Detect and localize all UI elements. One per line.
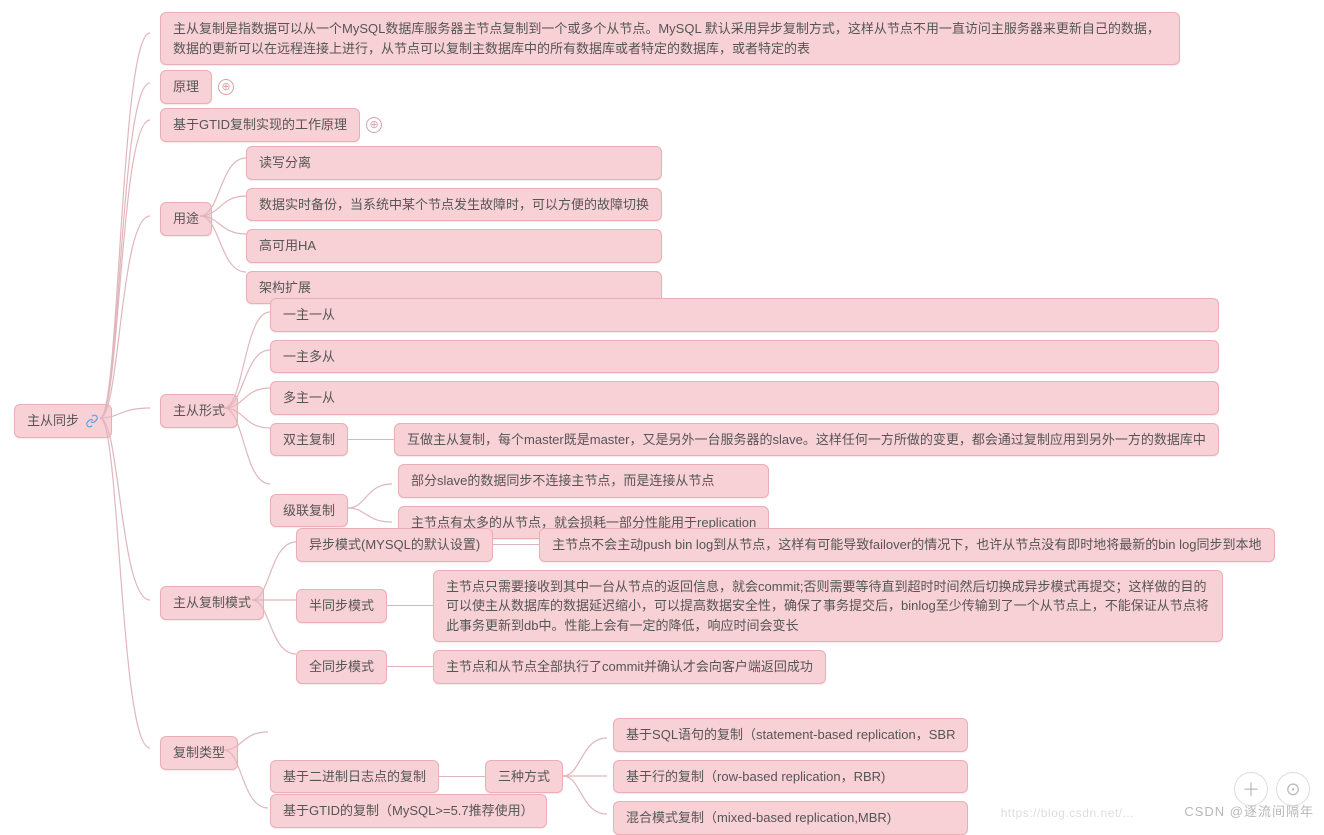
mode-async[interactable]: 异步模式(MYSQL的默认设置): [296, 528, 493, 562]
form-item-label: 级联复制: [283, 501, 335, 521]
form-item-1m1s[interactable]: 一主一从: [270, 298, 1219, 332]
expand-icon[interactable]: ⊕: [366, 117, 382, 133]
root-node[interactable]: 主从同步: [14, 404, 112, 438]
mode-label: 主从复制模式: [173, 593, 251, 613]
usage-item-label: 读写分离: [259, 153, 311, 173]
gtid-principle-label: 基于GTID复制实现的工作原理: [173, 115, 347, 135]
gtid-principle-node[interactable]: 基于GTID复制实现的工作原理: [160, 108, 360, 142]
form-item-label: 多主一从: [283, 388, 335, 408]
usage-item-label: 架构扩展: [259, 278, 311, 298]
fab-more[interactable]: ⊙: [1276, 772, 1310, 806]
type-label: 复制类型: [173, 743, 225, 763]
node-text: 基于SQL语句的复制（statement-based replication，S…: [626, 725, 955, 745]
type-binlog-three[interactable]: 三种方式: [485, 760, 563, 794]
usage-item-label: 数据实时备份，当系统中某个节点发生故障时，可以方便的故障切换: [259, 195, 649, 215]
intro-node[interactable]: 主从复制是指数据可以从一个MySQL数据库服务器主节点复制到一个或多个从节点。M…: [160, 12, 1180, 65]
usage-label: 用途: [173, 209, 199, 229]
mode-full-desc[interactable]: 主节点和从节点全部执行了commit并确认才会向客户端返回成功: [433, 650, 826, 684]
mode-full[interactable]: 全同步模式: [296, 650, 387, 684]
usage-node[interactable]: 用途: [160, 202, 212, 236]
usage-item[interactable]: 读写分离: [246, 146, 662, 180]
expand-icon[interactable]: ⊕: [218, 79, 234, 95]
node-text: 互做主从复制，每个master既是master，又是另外一台服务器的slave。…: [407, 430, 1206, 450]
usage-item[interactable]: 高可用HA: [246, 229, 662, 263]
cascade-item[interactable]: 部分slave的数据同步不连接主节点，而是连接从节点: [398, 464, 769, 498]
link-icon: [85, 414, 99, 428]
node-text: 混合模式复制（mixed-based replication,MBR): [626, 808, 891, 828]
node-text: 主节点只需要接收到其中一台从节点的返回信息，就会commit;否则需要等待直到超…: [446, 577, 1210, 636]
type-node[interactable]: 复制类型: [160, 736, 238, 770]
principle-node[interactable]: 原理: [160, 70, 212, 104]
principle-label: 原理: [173, 77, 199, 97]
form-item-label: 双主复制: [283, 430, 335, 450]
node-text: 异步模式(MYSQL的默认设置): [309, 535, 480, 555]
form-label: 主从形式: [173, 401, 225, 421]
node-text: 半同步模式: [309, 596, 374, 616]
node-text: 主节点和从节点全部执行了commit并确认才会向客户端返回成功: [446, 657, 813, 677]
node-text: 主节点不会主动push bin log到从节点，这样有可能导致failover的…: [552, 535, 1261, 555]
node-text: 全同步模式: [309, 657, 374, 677]
form-item-Mm1s[interactable]: 多主一从: [270, 381, 1219, 415]
binlog-type-mbr[interactable]: 混合模式复制（mixed-based replication,MBR): [613, 801, 968, 835]
node-text: 部分slave的数据同步不连接主节点，而是连接从节点: [411, 471, 714, 491]
mode-semi-desc[interactable]: 主节点只需要接收到其中一台从节点的返回信息，就会commit;否则需要等待直到超…: [433, 570, 1223, 643]
mode-async-desc[interactable]: 主节点不会主动push bin log到从节点，这样有可能导致failover的…: [539, 528, 1274, 562]
usage-item[interactable]: 数据实时备份，当系统中某个节点发生故障时，可以方便的故障切换: [246, 188, 662, 222]
watermark-url: https://blog.csdn.net/...: [1001, 806, 1134, 820]
form-item-1mMs[interactable]: 一主多从: [270, 340, 1219, 374]
node-text: 基于GTID的复制（MySQL>=5.7推荐使用）: [283, 801, 534, 821]
binlog-type-sbr[interactable]: 基于SQL语句的复制（statement-based replication，S…: [613, 718, 968, 752]
form-dual-desc[interactable]: 互做主从复制，每个master既是master，又是另外一台服务器的slave。…: [394, 423, 1219, 457]
mode-semi[interactable]: 半同步模式: [296, 589, 387, 623]
form-item-label: 一主一从: [283, 305, 335, 325]
form-item-cascade[interactable]: 级联复制: [270, 494, 348, 528]
intro-text: 主从复制是指数据可以从一个MySQL数据库服务器主节点复制到一个或多个从节点。M…: [173, 19, 1167, 58]
form-item-dual[interactable]: 双主复制: [270, 423, 348, 457]
node-text: 基于二进制日志点的复制: [283, 767, 426, 787]
node-text: 三种方式: [498, 767, 550, 787]
mode-node[interactable]: 主从复制模式: [160, 586, 264, 620]
type-binlog[interactable]: 基于二进制日志点的复制: [270, 760, 439, 794]
fab-add[interactable]: ＋: [1234, 772, 1268, 806]
type-gtid[interactable]: 基于GTID的复制（MySQL>=5.7推荐使用）: [270, 794, 547, 828]
node-text: 基于行的复制（row-based replication，RBR): [626, 767, 885, 787]
form-node[interactable]: 主从形式: [160, 394, 238, 428]
form-item-label: 一主多从: [283, 347, 335, 367]
usage-item-label: 高可用HA: [259, 236, 316, 256]
binlog-type-rbr[interactable]: 基于行的复制（row-based replication，RBR): [613, 760, 968, 794]
root-label: 主从同步: [27, 411, 79, 431]
